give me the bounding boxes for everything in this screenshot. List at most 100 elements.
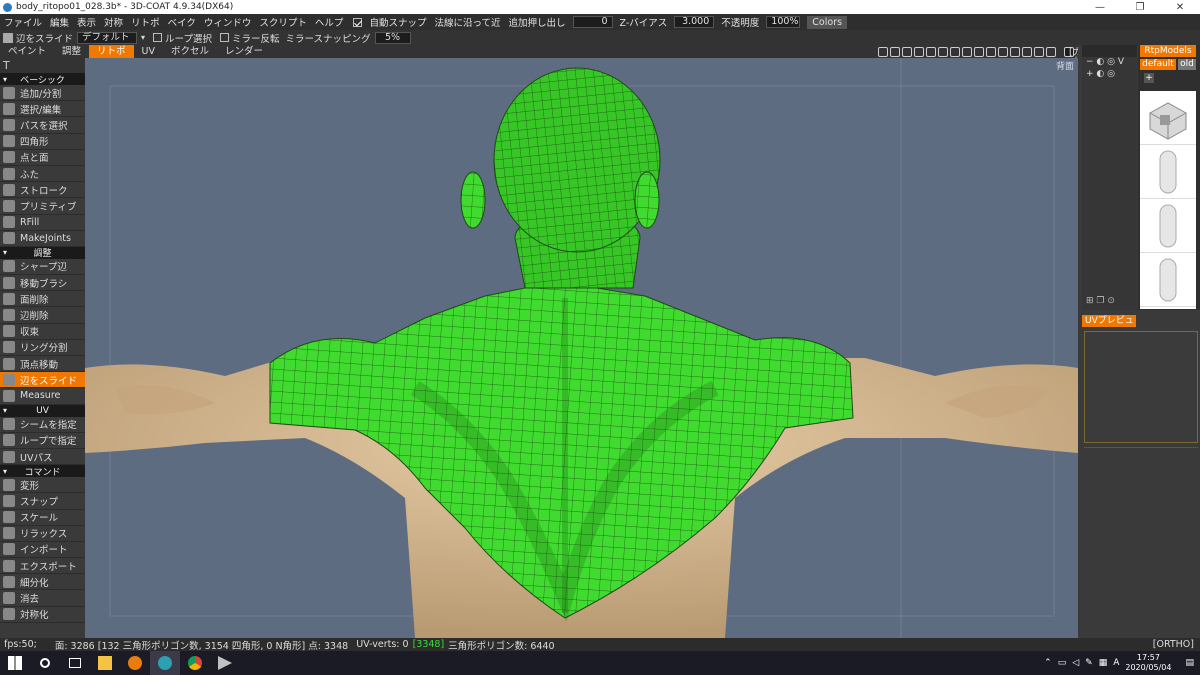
colors-button[interactable]: Colors xyxy=(807,15,848,29)
retopo-scene[interactable] xyxy=(85,58,1078,638)
tool-item[interactable]: 追加/分割 xyxy=(0,85,85,102)
model-thumb-capsule[interactable] xyxy=(1140,145,1196,199)
tool-item[interactable]: プリミティブ xyxy=(0,198,85,215)
tool-item[interactable]: ループで指定 xyxy=(0,433,85,449)
text-icon[interactable]: T xyxy=(3,59,10,72)
sun-icon[interactable] xyxy=(890,46,900,57)
uv-preview-box[interactable] xyxy=(1084,331,1198,443)
light-icon[interactable] xyxy=(914,46,924,57)
search-button[interactable] xyxy=(30,651,60,675)
preset-dropdown[interactable]: デフォルト xyxy=(77,31,138,44)
camera-dropdown[interactable]: [カメラ... xyxy=(1064,46,1088,75)
tool-item[interactable]: 収束 xyxy=(0,324,85,340)
grid-icon[interactable] xyxy=(1022,46,1032,57)
tool-item[interactable]: UVパス xyxy=(0,449,85,466)
tool-item[interactable]: 辺をスライド xyxy=(0,372,85,389)
model-thumb-capsule[interactable] xyxy=(1140,199,1196,253)
tool-item[interactable]: ふた xyxy=(0,166,85,183)
section-header[interactable]: コマンド xyxy=(0,465,85,478)
network-icon[interactable]: ▭ xyxy=(1058,658,1067,668)
maximize-button[interactable]: ❐ xyxy=(1120,2,1160,13)
menu-bake[interactable]: ベイク xyxy=(164,15,200,29)
3d-viewport[interactable]: 背面 xyxy=(85,58,1078,638)
tool-item[interactable]: リラックス xyxy=(0,526,85,542)
ortho-badge[interactable]: [ORTHO] xyxy=(1153,639,1194,650)
chevron-up-icon[interactable]: ⌃ xyxy=(1044,658,1052,668)
tool-item[interactable]: 四角形 xyxy=(0,134,85,150)
tool-item[interactable]: Measure xyxy=(0,388,85,405)
tool-item[interactable]: スケール xyxy=(0,510,85,526)
chevron-down-icon[interactable]: ▾ xyxy=(141,33,145,42)
menu-script[interactable]: スクリプト xyxy=(255,15,311,29)
home-icon[interactable] xyxy=(1010,46,1020,57)
tool-item[interactable]: スナップ xyxy=(0,493,85,510)
tool-item[interactable]: エクスポート xyxy=(0,558,85,575)
close-button[interactable]: ✕ xyxy=(1160,2,1200,13)
fit-icon[interactable] xyxy=(986,46,996,57)
tool-item[interactable]: MakeJoints xyxy=(0,231,85,247)
layer-tools[interactable]: ⊞ ❐ ⊙ xyxy=(1086,296,1115,306)
tool-item[interactable]: 辺削除 xyxy=(0,307,85,324)
tool-item[interactable]: 細分化 xyxy=(0,574,85,591)
tool-item[interactable]: シャープ辺 xyxy=(0,259,85,276)
tool-item[interactable]: 点と面 xyxy=(0,150,85,166)
frame-icon[interactable] xyxy=(902,46,912,57)
layer-row[interactable]: − ◐ ◎ V xyxy=(1082,57,1137,69)
tool-item[interactable]: リング分割 xyxy=(0,340,85,356)
tab-sculpt[interactable]: 調整 xyxy=(54,45,89,58)
mirror-snap-field[interactable]: 5% xyxy=(374,31,411,44)
menu-symmetry[interactable]: 対称 xyxy=(100,15,127,29)
tool-item[interactable]: 消去 xyxy=(0,590,85,607)
menu-help[interactable]: ヘルプ xyxy=(311,15,348,29)
ime-indicator[interactable]: A xyxy=(1113,658,1119,668)
tab-voxel[interactable]: ボクセル xyxy=(163,45,217,58)
start-button[interactable] xyxy=(0,651,30,675)
tool-item[interactable]: ストローク xyxy=(0,182,85,199)
tool-item[interactable]: 移動ブラシ xyxy=(0,275,85,292)
shading-icon[interactable] xyxy=(878,46,888,57)
tool-item[interactable]: 選択/編集 xyxy=(0,101,85,118)
tab-retopo[interactable]: リトポ xyxy=(89,45,134,58)
blender-button[interactable] xyxy=(120,651,150,675)
auto-snap-checkbox[interactable] xyxy=(353,17,363,27)
tab-uv-preview[interactable]: UVプレビュー xyxy=(1082,315,1136,338)
snap-mode-dropdown[interactable]: 法線に沿って近 xyxy=(430,15,504,29)
3dcoat-button[interactable] xyxy=(150,651,180,675)
pen-icon[interactable]: ✎ xyxy=(1085,658,1093,668)
tool-item[interactable]: 変形 xyxy=(0,477,85,494)
add-model-button[interactable]: + xyxy=(1144,73,1154,83)
mirror-checkbox[interactable] xyxy=(219,33,229,42)
tab-uv[interactable]: UV xyxy=(134,45,163,58)
layer-row[interactable]: + ◐ ◎ xyxy=(1082,69,1137,81)
tool-item[interactable]: 対称化 xyxy=(0,607,85,623)
tool-item[interactable]: 頂点移動 xyxy=(0,356,85,373)
section-header[interactable]: 調整 xyxy=(0,246,85,259)
cube-icon[interactable] xyxy=(938,46,948,57)
tab-default[interactable]: default xyxy=(1140,59,1176,70)
section-header[interactable]: ベーシック xyxy=(0,73,85,86)
tool-item[interactable]: 面削除 xyxy=(0,291,85,308)
opacity-field[interactable]: 100% xyxy=(766,16,801,28)
tab-paint[interactable]: ペイント xyxy=(0,45,54,58)
menu-window[interactable]: ウィンドウ xyxy=(200,15,256,29)
rotate-icon[interactable] xyxy=(950,46,960,57)
zoom-icon[interactable] xyxy=(974,46,984,57)
menu-edit[interactable]: 編集 xyxy=(46,15,73,29)
tool-item[interactable]: シームを指定 xyxy=(0,417,85,433)
explorer-button[interactable] xyxy=(90,651,120,675)
move-icon[interactable] xyxy=(962,46,972,57)
notification-icon[interactable]: ▤ xyxy=(1185,658,1194,668)
help-icon[interactable] xyxy=(1034,46,1044,57)
task-view-button[interactable] xyxy=(60,651,90,675)
model-thumb-box[interactable] xyxy=(1140,91,1196,145)
drop-icon[interactable] xyxy=(926,46,936,57)
view-icon[interactable] xyxy=(998,46,1008,57)
keyboard-icon[interactable]: ▦ xyxy=(1099,658,1108,668)
model-thumb-capsule[interactable] xyxy=(1140,253,1196,307)
app-button[interactable] xyxy=(210,651,240,675)
menu-view[interactable]: 表示 xyxy=(73,15,100,29)
add-extrude-field[interactable]: 0 xyxy=(572,16,613,28)
clock[interactable]: 17:57 2020/05/04 xyxy=(1125,653,1171,673)
tool-item[interactable]: パスを選択 xyxy=(0,117,85,134)
menu-retopo[interactable]: リトポ xyxy=(127,15,164,29)
